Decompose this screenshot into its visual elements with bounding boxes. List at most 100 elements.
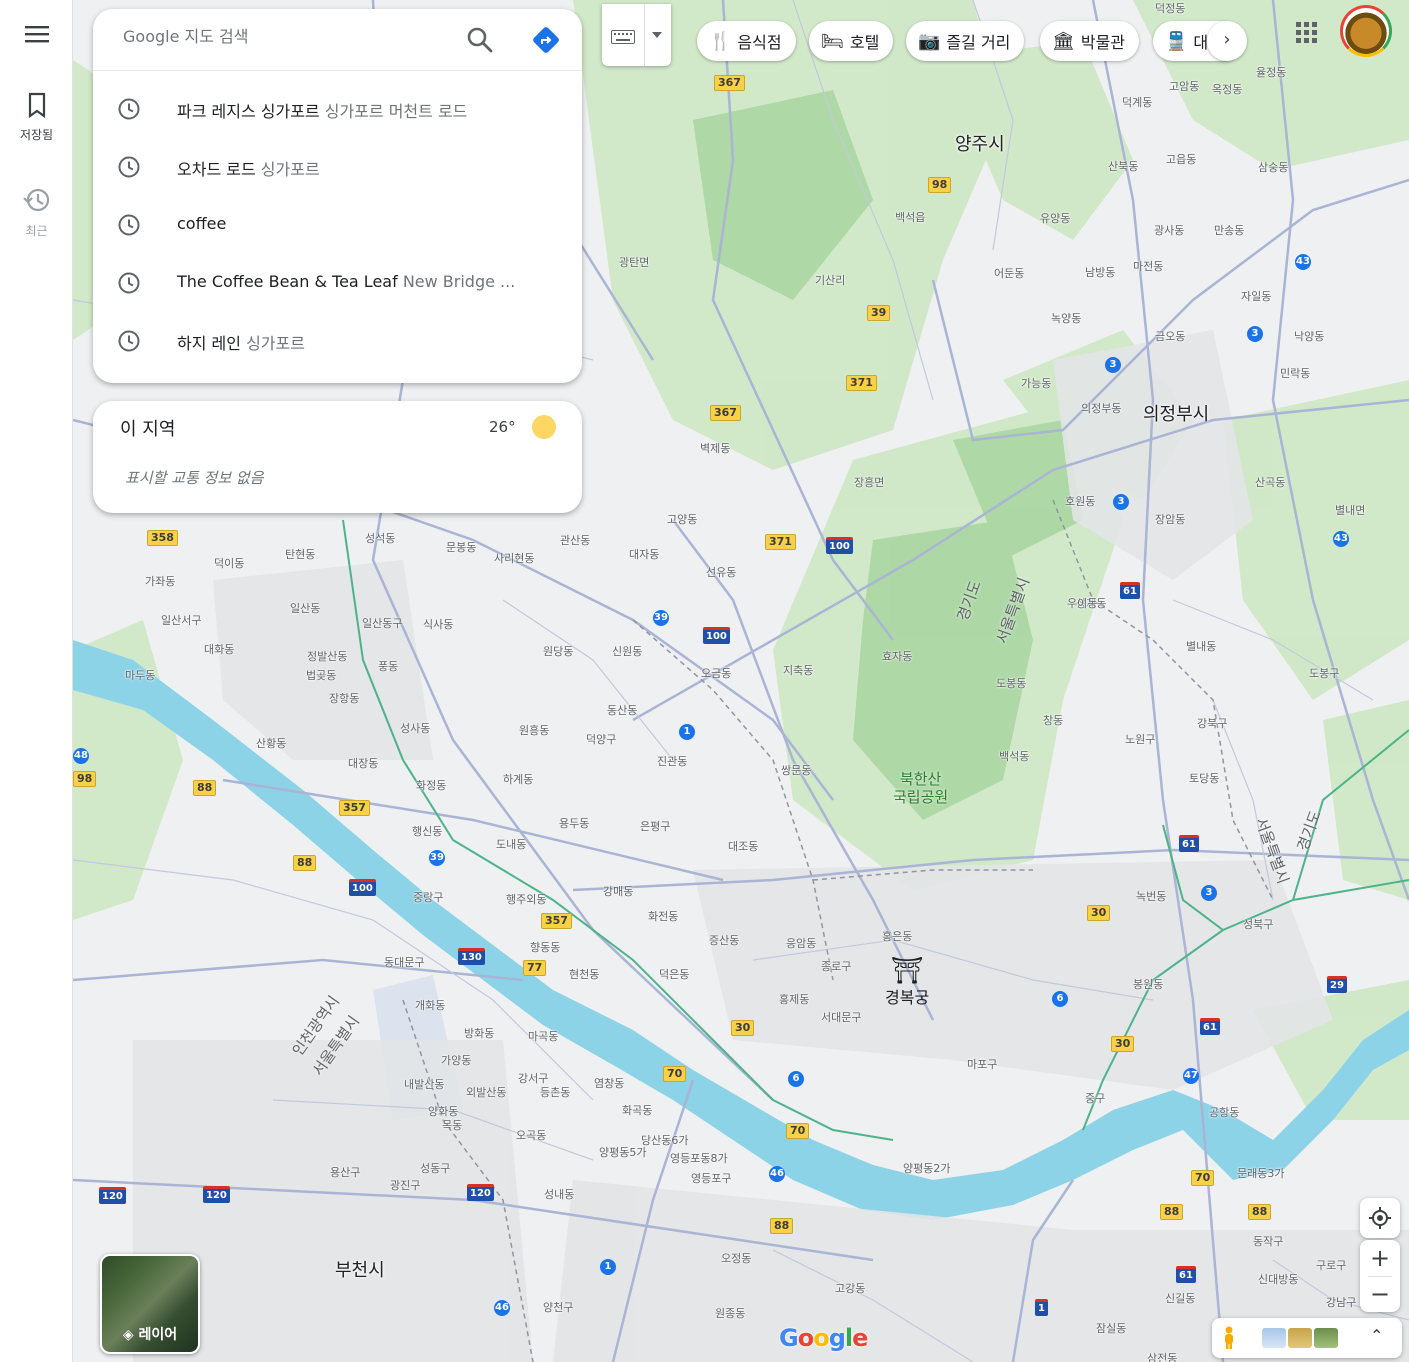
chip-hotels[interactable]: 🛏 호텔 xyxy=(809,21,894,61)
place-label: 화곡동 xyxy=(622,1104,653,1117)
route-shield: 70 xyxy=(786,1123,810,1139)
input-tools[interactable] xyxy=(602,4,671,66)
history-text: The Coffee Bean & Tea Leaf New Bridge ..… xyxy=(177,272,517,291)
zoom-out-button[interactable]: − xyxy=(1360,1276,1400,1312)
imagery-thumbnail[interactable] xyxy=(1288,1328,1312,1348)
place-label: 강매동 xyxy=(603,885,634,898)
imagery-thumbnail[interactable] xyxy=(1314,1328,1338,1348)
saved-button[interactable]: 저장됨 xyxy=(0,92,73,143)
place-label: 민락동 xyxy=(1280,367,1311,380)
place-label: 신원동 xyxy=(612,645,643,658)
place-label: 광탄면 xyxy=(619,256,650,269)
divider xyxy=(1368,1276,1392,1277)
route-circle: 6 xyxy=(788,1071,804,1087)
place-label: 산황동 xyxy=(256,737,287,750)
place-label: 마포구 xyxy=(967,1058,998,1071)
place-label: 오곡동 xyxy=(516,1129,547,1142)
place-label: 녹양동 xyxy=(1051,312,1082,325)
my-location-button[interactable] xyxy=(1360,1198,1400,1238)
chip-label: 대 xyxy=(1193,33,1209,52)
place-label: 토당동 xyxy=(1189,772,1220,785)
expressway-shield: 61 xyxy=(1179,835,1199,852)
route-shield: 357 xyxy=(541,913,572,929)
chip-restaurants[interactable]: 🍴 음식점 xyxy=(697,21,796,61)
route-shield: 88 xyxy=(1160,1204,1184,1220)
route-shield: 70 xyxy=(1191,1170,1215,1186)
place-label: 봉원동 xyxy=(1133,978,1164,991)
chip-things-to-do[interactable]: 📷 즐길 거리 xyxy=(906,21,1025,61)
place-label: 가능동 xyxy=(1021,377,1052,390)
chip-museums[interactable]: 🏛 박물관 xyxy=(1040,21,1140,61)
hotel-icon: 🛏 xyxy=(821,30,844,52)
traffic-note: 표시할 교통 정보 없음 xyxy=(125,469,264,487)
place-label: 성내동 xyxy=(544,1188,575,1201)
caret-down-icon[interactable] xyxy=(652,32,662,38)
route-shield: 88 xyxy=(293,855,317,871)
area-card[interactable]: 이 지역 26° 표시할 교통 정보 없음 xyxy=(93,401,582,513)
place-label: 대화동 xyxy=(204,643,235,656)
place-label: 현천동 xyxy=(569,968,600,981)
place-label: 중랑구 xyxy=(413,891,444,904)
chips-next-button[interactable]: › xyxy=(1207,21,1247,61)
history-subtitle: New Bridge ... xyxy=(402,272,516,291)
place-label: 문봉동 xyxy=(446,541,477,554)
place-label: 대자동 xyxy=(629,548,660,561)
directions-icon xyxy=(533,27,559,53)
bottom-tools: ⌃ xyxy=(1212,1318,1402,1358)
place-label: 도봉구 xyxy=(1309,667,1340,680)
chevron-up-icon[interactable]: ⌃ xyxy=(1370,1326,1383,1345)
route-circle: 48 xyxy=(73,748,89,764)
place-label: 고암동 xyxy=(1169,80,1200,93)
palace-icon: ⛩ xyxy=(890,956,924,986)
place-label: 창동 xyxy=(1043,714,1064,727)
place-label: 낙양동 xyxy=(1294,330,1325,343)
recent-button[interactable]: 최근 xyxy=(0,186,73,239)
pegman-icon[interactable] xyxy=(1222,1326,1236,1350)
keyboard-icon xyxy=(611,30,635,44)
history-item[interactable]: 오차드 로드 싱가포르 xyxy=(93,137,582,195)
landmark-label: 경복궁 xyxy=(885,988,930,1007)
google-apps-button[interactable] xyxy=(1296,22,1318,48)
menu-button[interactable] xyxy=(0,24,73,48)
expressway-shield: 130 xyxy=(458,948,485,965)
layers-button[interactable]: ◈ 레이어 xyxy=(100,1254,200,1354)
search-input[interactable] xyxy=(123,27,453,46)
route-circle: 43 xyxy=(1295,254,1311,270)
history-subtitle: 싱가포르 xyxy=(260,160,320,179)
landmark-gyeongbokgung[interactable]: ⛩ 경복궁 xyxy=(885,958,929,1008)
history-item[interactable]: coffee xyxy=(93,195,582,253)
history-title: The Coffee Bean & Tea Leaf xyxy=(177,272,398,291)
route-shield: 88 xyxy=(193,780,217,796)
route-circle: 46 xyxy=(494,1300,510,1316)
history-item[interactable]: 하지 레인 싱가포르 xyxy=(93,311,582,369)
route-circle: 39 xyxy=(653,610,669,626)
place-label: 율정동 xyxy=(1256,66,1287,79)
apps-grid-icon xyxy=(1296,22,1317,43)
imagery-thumbnail[interactable] xyxy=(1262,1328,1286,1348)
place-label: 증산동 xyxy=(709,934,740,947)
search-button[interactable] xyxy=(465,25,495,55)
history-item[interactable]: The Coffee Bean & Tea Leaf New Bridge ..… xyxy=(93,253,582,311)
place-label: 동대문구 xyxy=(384,956,425,969)
place-label: 광진구 xyxy=(390,1179,421,1192)
directions-button[interactable] xyxy=(531,25,561,55)
route-circle: 1 xyxy=(679,724,695,740)
expressway-shield: 61 xyxy=(1120,582,1140,599)
account-avatar[interactable] xyxy=(1340,5,1392,57)
place-label: 당산동6가 xyxy=(641,1134,689,1147)
place-label: 고강동 xyxy=(835,1282,866,1295)
zoom-in-button[interactable]: + xyxy=(1360,1240,1400,1276)
restaurant-icon: 🍴 xyxy=(709,30,732,52)
expressway-shield: 120 xyxy=(467,1184,494,1201)
place-label: 영등포동8가 xyxy=(670,1152,728,1165)
place-label: 서대문구 xyxy=(821,1011,862,1024)
zoom-control: + − xyxy=(1360,1240,1400,1312)
history-text: 파크 레지스 싱가포르 싱가포르 머천트 로드 xyxy=(177,98,517,122)
place-label: 어둔동 xyxy=(994,267,1025,280)
city-label: 의정부시 xyxy=(1143,404,1210,425)
place-label: 염창동 xyxy=(594,1077,625,1090)
place-label: 종로구 xyxy=(821,960,852,973)
history-item[interactable]: 파크 레지스 싱가포르 싱가포르 머천트 로드 xyxy=(93,79,582,137)
layers-text: 레이어 xyxy=(138,1327,178,1343)
hamburger-menu-icon xyxy=(24,26,49,43)
